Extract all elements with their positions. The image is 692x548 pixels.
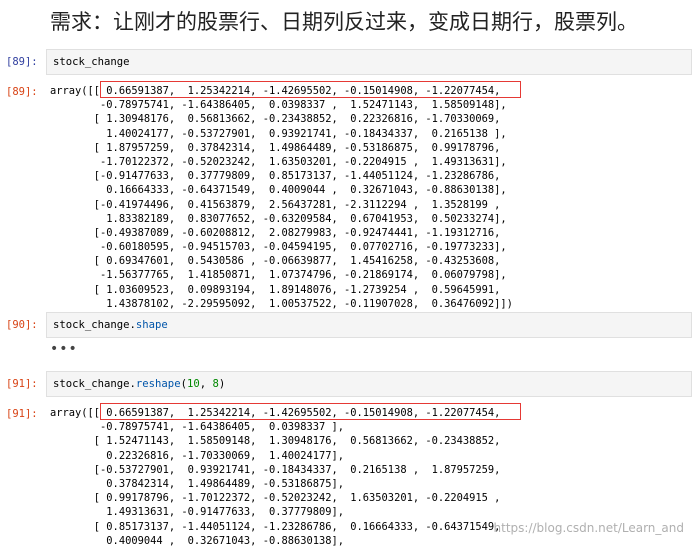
output-line: [-0.41974496, 0.41563879, 2.56437281, -2… <box>50 198 501 211</box>
code-comma: , <box>199 378 213 390</box>
code-method: reshape <box>135 378 181 390</box>
output-line: [-0.49387089, -0.60208812, 2.08279983, -… <box>50 226 501 239</box>
watermark: https://blog.csdn.net/Learn_and <box>493 521 684 535</box>
output-line: 1.49313631, -0.91477633, 0.37779809], <box>50 506 345 519</box>
collapsed-output-ellipsis[interactable]: ••• <box>50 341 78 357</box>
output-line: -1.70122372, -0.52023242, 1.63503201, -0… <box>50 155 507 168</box>
output-array-89: array([[ 0.66591387, 1.25342214, -1.4269… <box>50 84 513 311</box>
output-line: 1.43878102, -2.29595092, 1.00537522, -0.… <box>50 297 513 310</box>
code-paren-close: ) <box>218 378 226 390</box>
code-object: stock_change. <box>53 378 136 390</box>
output-line: -1.56377765, 1.41850871, 1.07374796, -0.… <box>50 269 507 282</box>
highlight-box-reshaped-first-row <box>100 403 521 420</box>
output-line: [ 1.03609523, 0.09893194, 1.89148076, -1… <box>50 283 501 296</box>
page-heading: 需求：让刚才的股票行、日期列反过来，变成日期行，股票列。 <box>50 10 638 34</box>
code-cell-89[interactable]: stock_change <box>46 49 692 75</box>
input-prompt-89: [89]: <box>6 56 38 68</box>
output-line: -0.60180595, -0.94515703, -0.04594195, 0… <box>50 241 507 254</box>
output-line: 0.16664333, -0.64371549, 0.4009044 , 0.3… <box>50 184 507 197</box>
highlight-box-first-row <box>100 81 521 98</box>
code-cell-90[interactable]: stock_change.shape <box>46 312 692 338</box>
output-line: 0.37842314, 1.49864489, -0.53186875], <box>50 477 345 490</box>
code-attribute: shape <box>135 319 168 331</box>
code-text[interactable]: stock_change.shape <box>53 319 168 331</box>
code-arg-rows: 10 <box>186 378 200 390</box>
output-line: 0.4009044 , 0.32671043, -0.88630138], <box>50 534 345 547</box>
output-line: [ 0.69347601, 0.5430586 , -0.06639877, 1… <box>50 255 501 268</box>
code-cell-91[interactable]: stock_change.reshape(10, 8) <box>46 371 692 397</box>
output-line: [ 1.87957259, 0.37842314, 1.49864489, -0… <box>50 141 501 154</box>
code-object: stock_change. <box>53 319 136 331</box>
output-line: [-0.91477633, 0.37779809, 0.85173137, -1… <box>50 170 501 183</box>
output-line: [-0.53727901, 0.93921741, -0.18434337, 0… <box>50 463 501 476</box>
output-line: [ 0.85173137, -1.44051124, -1.23286786, … <box>50 520 501 533</box>
output-array-91: array([[ 0.66591387, 1.25342214, -1.4269… <box>50 406 500 548</box>
input-prompt-91: [91]: <box>6 378 38 390</box>
output-line: -0.78975741, -1.64386405, 0.0398337 ], <box>50 421 345 434</box>
output-line: 1.83382189, 0.83077652, -0.63209584, 0.6… <box>50 212 507 225</box>
output-line: [ 1.52471143, 1.58509148, 1.30948176, 0.… <box>50 435 501 448</box>
output-line: 0.22326816, -1.70330069, 1.40024177], <box>50 449 345 462</box>
output-line: -0.78975741, -1.64386405, 0.0398337 , 1.… <box>50 99 507 112</box>
input-prompt-90: [90]: <box>6 319 38 331</box>
output-line: [ 0.99178796, -1.70122372, -0.52023242, … <box>50 492 501 505</box>
code-text[interactable]: stock_change.reshape(10, 8) <box>53 378 225 390</box>
output-line: 1.40024177, -0.53727901, 0.93921741, -0.… <box>50 127 507 140</box>
output-prompt-89: [89]: <box>6 86 38 98</box>
output-line: [ 1.30948176, 0.56813662, -0.23438852, 0… <box>50 113 501 126</box>
code-text[interactable]: stock_change <box>53 56 130 68</box>
output-prompt-91: [91]: <box>6 408 38 420</box>
